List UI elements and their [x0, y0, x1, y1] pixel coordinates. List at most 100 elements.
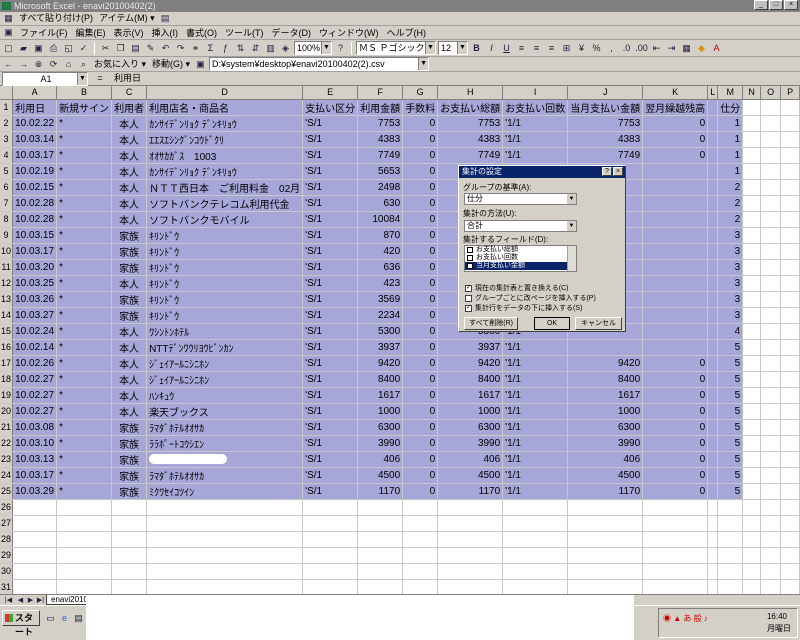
decrease-indent-icon[interactable]: ⇤	[650, 42, 663, 55]
empty-cell[interactable]	[357, 499, 404, 516]
empty-cell[interactable]	[302, 515, 359, 532]
data-cell[interactable]: 'S/1	[302, 227, 359, 244]
data-cell[interactable]: 870	[357, 227, 404, 244]
column-header[interactable]: H	[437, 86, 504, 100]
spreadsheet-grid[interactable]: A B C D E F G H I J K L M N O P 1 利用日 新規サイ…	[0, 86, 800, 594]
data-cell[interactable]: 0	[402, 211, 439, 228]
data-cell[interactable]: 9420	[357, 355, 404, 372]
data-cell[interactable]: *	[56, 211, 113, 228]
data-cell[interactable]: 0	[402, 131, 439, 148]
data-cell[interactable]	[707, 451, 719, 468]
data-cell[interactable]: 10.03.17	[12, 147, 58, 164]
empty-cell[interactable]	[760, 195, 782, 212]
empty-cell[interactable]	[357, 531, 404, 548]
empty-cell[interactable]	[780, 211, 800, 228]
data-cell[interactable]: 0	[402, 387, 439, 404]
data-cell[interactable]: 8400	[437, 371, 504, 388]
row-header[interactable]: 8	[0, 211, 14, 228]
data-cell[interactable]: ｷﾘﾝﾄﾞｳ	[146, 307, 304, 324]
empty-cell[interactable]	[780, 275, 800, 292]
data-cell[interactable]: 7749	[437, 147, 504, 164]
empty-cell[interactable]	[567, 579, 644, 594]
data-cell[interactable]: 本人	[111, 403, 148, 420]
data-cell[interactable]: 'S/1	[302, 467, 359, 484]
data-cell[interactable]: ｵｵｻｶｶﾞｽ 1003	[146, 147, 304, 164]
data-cell[interactable]	[707, 467, 719, 484]
row-header[interactable]: 30	[0, 563, 14, 580]
row-header[interactable]: 10	[0, 243, 14, 260]
empty-cell[interactable]	[742, 371, 762, 388]
data-cell[interactable]: 7753	[357, 115, 404, 132]
data-cell[interactable]: '1/1	[502, 419, 569, 436]
data-cell[interactable]: 5	[717, 403, 744, 420]
data-cell[interactable]	[707, 131, 719, 148]
data-cell[interactable]: 3	[717, 227, 744, 244]
data-cell[interactable]: 'S/1	[302, 243, 359, 260]
data-cell[interactable]: 本人	[111, 387, 148, 404]
data-cell[interactable]: 0	[642, 131, 709, 148]
empty-cell[interactable]	[402, 515, 439, 532]
data-cell[interactable]	[707, 483, 719, 500]
header-cell[interactable]: 利用店名・商品名	[146, 99, 304, 116]
empty-cell[interactable]	[780, 307, 800, 324]
data-cell[interactable]: 5	[717, 339, 744, 356]
data-cell[interactable]: 本人	[111, 275, 148, 292]
data-cell[interactable]	[642, 291, 709, 308]
empty-cell[interactable]	[780, 323, 800, 340]
empty-cell[interactable]	[760, 387, 782, 404]
empty-cell[interactable]	[357, 515, 404, 532]
data-cell[interactable]: 'S/1	[302, 131, 359, 148]
menu-edit[interactable]: 編集(E)	[73, 26, 109, 40]
empty-cell[interactable]	[111, 531, 148, 548]
data-cell[interactable]: 0	[402, 323, 439, 340]
data-cell[interactable]: ｷﾘﾝﾄﾞｳ	[146, 259, 304, 276]
empty-cell[interactable]	[437, 563, 504, 580]
data-cell[interactable]	[707, 227, 719, 244]
data-cell[interactable]: 420	[357, 243, 404, 260]
data-cell[interactable]: 8400	[357, 371, 404, 388]
align-left-icon[interactable]: ≡	[515, 42, 528, 55]
empty-cell[interactable]	[760, 563, 782, 580]
empty-cell[interactable]	[742, 211, 762, 228]
currency-icon[interactable]: ¥	[575, 42, 588, 55]
data-cell[interactable]: 423	[357, 275, 404, 292]
data-cell[interactable]: 6300	[357, 419, 404, 436]
data-cell[interactable]: 'S/1	[302, 115, 359, 132]
empty-cell[interactable]	[302, 547, 359, 564]
column-header[interactable]: B	[56, 86, 113, 100]
menu-insert[interactable]: 挿入(I)	[149, 26, 182, 40]
empty-cell[interactable]	[717, 579, 744, 594]
data-cell[interactable]: 本人	[111, 339, 148, 356]
undo-icon[interactable]: ↶	[159, 42, 172, 55]
empty-cell[interactable]	[780, 531, 800, 548]
empty-cell[interactable]	[742, 403, 762, 420]
data-cell[interactable]: 1617	[567, 387, 644, 404]
data-cell[interactable]: 0	[642, 403, 709, 420]
data-cell[interactable]: 1617	[357, 387, 404, 404]
font-select[interactable]: ＭＳ Ｐゴシック ▼	[356, 41, 436, 55]
data-cell[interactable]	[707, 243, 719, 260]
clock[interactable]: 16:40	[767, 612, 787, 621]
data-cell[interactable]: 0	[402, 163, 439, 180]
checkbox[interactable]	[467, 255, 473, 261]
data-cell[interactable]: ﾗﾗﾎﾟｰﾄｺｳｼｴﾝ	[146, 435, 304, 452]
data-cell[interactable]: 0	[402, 291, 439, 308]
data-cell[interactable]: 0	[402, 371, 439, 388]
empty-cell[interactable]	[742, 483, 762, 500]
empty-cell[interactable]	[146, 499, 304, 516]
data-cell[interactable]: 1000	[357, 403, 404, 420]
data-cell[interactable]: 本人	[111, 323, 148, 340]
data-cell[interactable]: 家族	[111, 243, 148, 260]
data-cell[interactable]: '1/1	[502, 371, 569, 388]
row-header[interactable]: 19	[0, 387, 14, 404]
data-cell[interactable]: 1	[717, 115, 744, 132]
data-cell[interactable]: 10.02.26	[12, 355, 58, 372]
empty-cell[interactable]	[742, 515, 762, 532]
data-cell[interactable]: 5	[717, 435, 744, 452]
data-cell[interactable]: 10.03.15	[12, 227, 58, 244]
redo-icon[interactable]: ↷	[174, 42, 187, 55]
empty-cell[interactable]	[402, 531, 439, 548]
empty-cell[interactable]	[780, 499, 800, 516]
column-header[interactable]: N	[742, 86, 762, 100]
menu-help[interactable]: ヘルプ(H)	[384, 26, 430, 40]
